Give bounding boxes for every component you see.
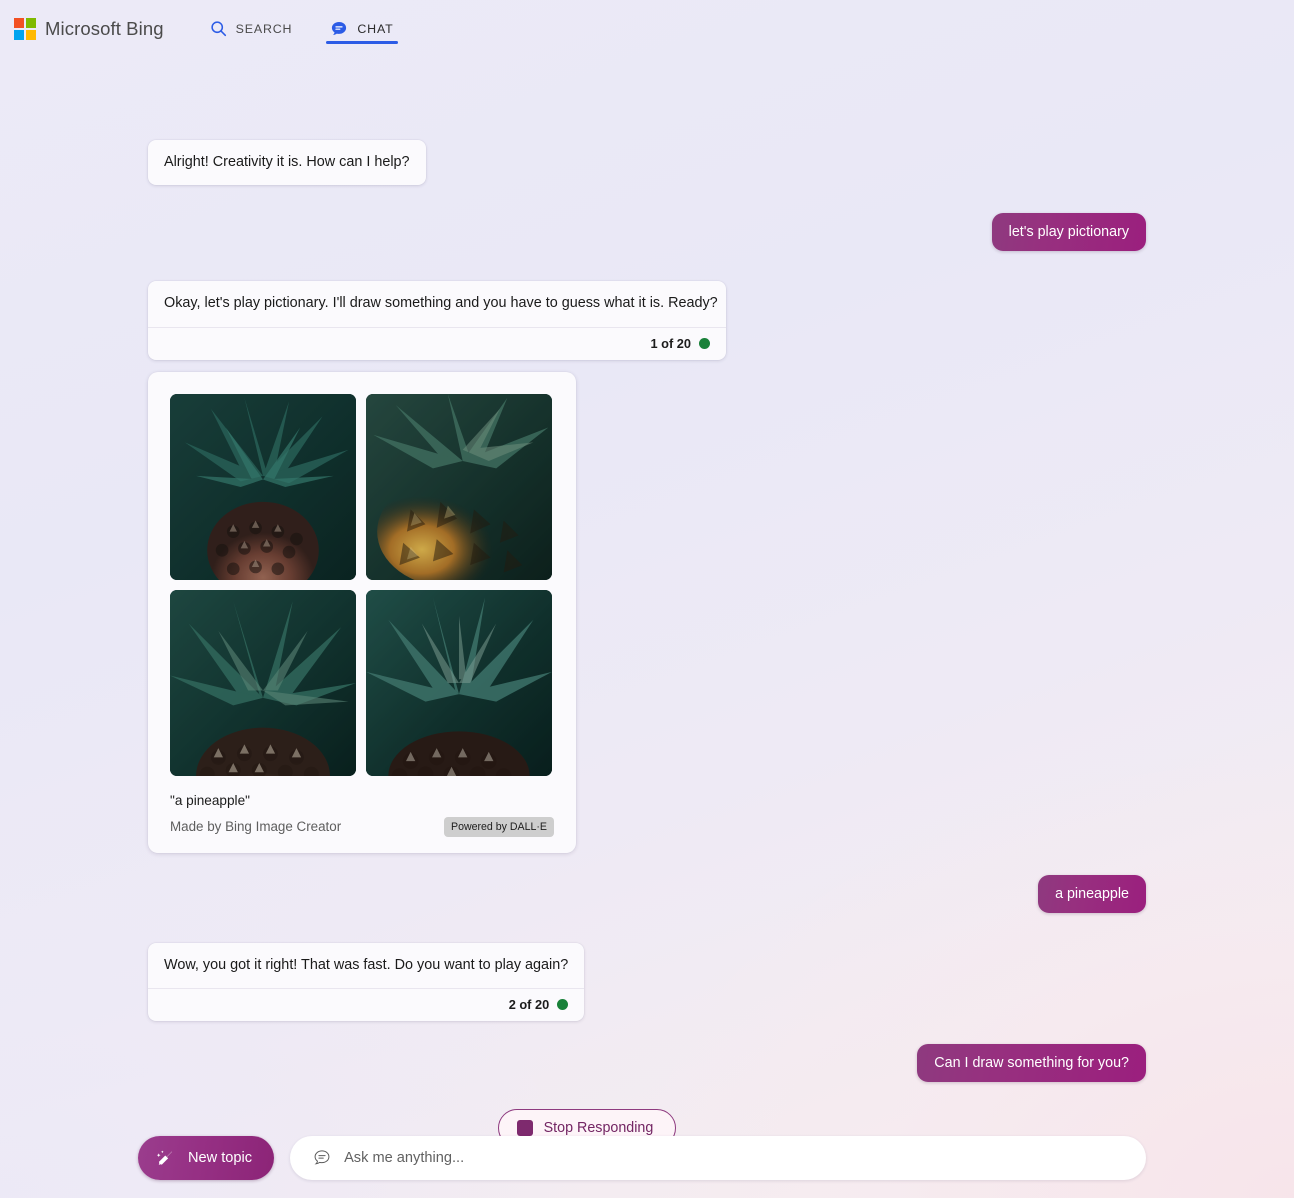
image-grid [170, 393, 554, 776]
new-topic-label: New topic [188, 1150, 253, 1166]
turn-counter: 2 of 20 [508, 997, 550, 1013]
image-card-meta: Made by Bing Image Creator Powered by DA… [170, 816, 554, 837]
chat-bubble-icon [330, 20, 348, 38]
image-creator-card: "a pineapple" Made by Bing Image Creator… [148, 371, 576, 853]
bot-message-text: Wow, you got it right! That was fast. Do… [164, 956, 569, 973]
message-row: Can I draw something for you? [148, 1044, 1146, 1083]
user-message: a pineapple [1038, 874, 1146, 913]
stop-responding-label: Stop Responding [543, 1120, 654, 1137]
stop-square-icon [516, 1120, 533, 1137]
nav-tabs: SEARCH CHAT [206, 0, 398, 57]
chat-lines-icon [312, 1148, 332, 1168]
image-credit: Made by Bing Image Creator [170, 819, 342, 835]
brand[interactable]: Microsoft Bing [14, 17, 164, 40]
status-dot-icon [699, 337, 710, 349]
bot-message-footer: 2 of 20 [148, 988, 585, 1021]
tab-chat[interactable]: CHAT [326, 0, 398, 57]
ask-input[interactable] [344, 1150, 1124, 1166]
image-prompt-caption: "a pineapple" [170, 792, 250, 808]
user-message: let's play pictionary [991, 213, 1146, 252]
message-row: Wow, you got it right! That was fast. Do… [148, 942, 1146, 1022]
status-dot-icon [557, 999, 569, 1011]
message-row: "a pineapple" Made by Bing Image Creator… [148, 371, 1146, 853]
chat-transcript: Alright! Creativity it is. How can I hel… [0, 57, 1294, 1148]
bot-message: Alright! Creativity it is. How can I hel… [148, 140, 426, 186]
composer-bar: New topic [138, 1136, 1146, 1180]
ask-input-wrapper[interactable] [290, 1136, 1146, 1180]
bot-message: Okay, let's play pictionary. I'll draw s… [148, 281, 726, 360]
user-message: Can I draw something for you? [917, 1044, 1146, 1083]
app-header: Microsoft Bing SEARCH CHAT [0, 0, 1294, 57]
broom-icon [156, 1148, 176, 1168]
bot-message-text: Okay, let's play pictionary. I'll draw s… [164, 295, 718, 312]
message-row: Okay, let's play pictionary. I'll draw s… [148, 281, 1146, 360]
brand-name: Microsoft Bing [45, 17, 164, 39]
bot-message: Wow, you got it right! That was fast. Do… [148, 942, 585, 1022]
generated-image-2[interactable] [366, 393, 552, 580]
message-row: Alright! Creativity it is. How can I hel… [148, 140, 1146, 186]
microsoft-logo-icon [14, 17, 36, 40]
tab-search-label: SEARCH [235, 21, 293, 36]
generated-image-1[interactable] [170, 393, 356, 580]
bot-message-text: Alright! Creativity it is. How can I hel… [164, 154, 410, 170]
tab-chat-label: CHAT [357, 21, 394, 36]
message-row: a pineapple [148, 874, 1146, 913]
search-icon [210, 20, 227, 37]
generated-image-3[interactable] [170, 589, 356, 776]
message-row: let's play pictionary [148, 213, 1146, 252]
turn-counter: 1 of 20 [650, 335, 691, 351]
bot-message-footer: 1 of 20 [148, 326, 726, 360]
new-topic-button[interactable]: New topic [138, 1136, 275, 1180]
generated-image-4[interactable] [366, 589, 552, 776]
dalle-badge: Powered by DALL·E [444, 816, 554, 837]
tab-search[interactable]: SEARCH [206, 0, 297, 57]
